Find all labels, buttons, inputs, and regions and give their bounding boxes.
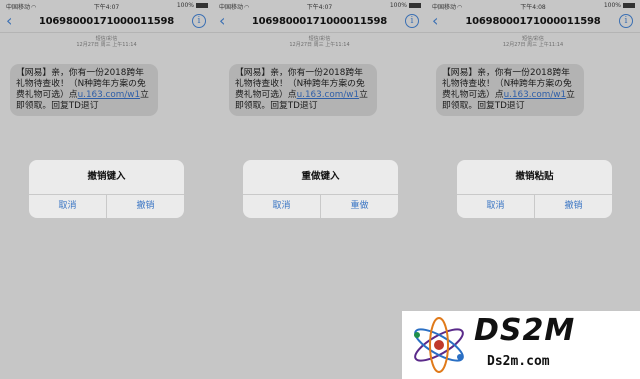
sender-title: 10698000171000011598 — [465, 16, 601, 27]
header-divider — [0, 32, 213, 33]
header-divider — [213, 32, 426, 33]
watermark-brand: DS2M — [474, 313, 576, 348]
status-bar: 中国移动◠ 下午4:07 100% — [0, 0, 213, 11]
conversation-header: ‹ 10698000171000011598 i — [213, 11, 426, 32]
atom-logo-icon — [414, 317, 464, 373]
message-timestamp: 短信/彩信 12月27日 周三 上午11:14 — [213, 36, 426, 48]
info-icon[interactable]: i — [619, 14, 633, 28]
message-bubble: 【网易】亲，你有一份2018跨年礼物待查收！（N种跨年方案の免费礼物可选）点u.… — [10, 64, 158, 116]
message-timestamp: 短信/彩信 12月27日 周三 上午11:14 — [426, 36, 640, 48]
redo-button[interactable]: 重做 — [320, 195, 398, 218]
phone-screen-1: 中国移动◠ 下午4:07 100% ‹ 10698000171000011598… — [0, 0, 213, 379]
watermark-logo: DS2M Ds2m.com — [402, 311, 640, 379]
conversation-header: ‹ 10698000171000011598 i — [426, 11, 640, 32]
status-bar: 中国移动◠ 下午4:07 100% — [213, 0, 426, 11]
dialog-buttons: 取消 撤销 — [29, 194, 184, 218]
message-bubble: 【网易】亲，你有一份2018跨年礼物待查收！（N种跨年方案の免费礼物可选）点u.… — [436, 64, 584, 116]
sender-title: 10698000171000011598 — [38, 16, 175, 27]
message-bubble: 【网易】亲，你有一份2018跨年礼物待查收！（N种跨年方案の免费礼物可选）点u.… — [229, 64, 377, 116]
watermark-url: Ds2m.com — [487, 354, 550, 369]
alert-dialog: 撤销键入 取消 撤销 — [29, 160, 184, 218]
battery-indicator: 100% — [604, 2, 635, 9]
cancel-button[interactable]: 取消 — [29, 195, 106, 218]
undo-button[interactable]: 撤销 — [534, 195, 612, 218]
message-link[interactable]: u.163.com/w1 — [504, 90, 567, 100]
status-bar: 中国移动◠ 下午4:08 100% — [426, 0, 640, 11]
info-icon[interactable]: i — [405, 14, 419, 28]
phone-screen-2: 中国移动◠ 下午4:07 100% ‹ 10698000171000011598… — [213, 0, 426, 379]
alert-dialog: 重做键入 取消 重做 — [243, 160, 398, 218]
info-icon[interactable]: i — [192, 14, 206, 28]
battery-icon — [196, 3, 208, 8]
battery-icon — [623, 3, 635, 8]
message-link[interactable]: u.163.com/w1 — [297, 90, 360, 100]
battery-indicator: 100% — [390, 2, 421, 9]
dialog-buttons: 取消 重做 — [243, 194, 398, 218]
header-divider — [426, 32, 640, 33]
battery-icon — [409, 3, 421, 8]
message-timestamp: 短信/彩信 12月27日 周三 上午11:14 — [0, 36, 213, 48]
message-date-label: 12月27日 周三 上午11:14 — [289, 42, 350, 48]
dialog-title: 撤销粘贴 — [515, 171, 554, 182]
sender-title: 10698000171000011598 — [251, 16, 388, 27]
battery-indicator: 100% — [177, 2, 208, 9]
dialog-title: 撤销键入 — [87, 171, 126, 182]
dialog-title: 重做键入 — [301, 171, 340, 182]
message-link[interactable]: u.163.com/w1 — [78, 90, 141, 100]
undo-button[interactable]: 撤销 — [106, 195, 184, 218]
cancel-button[interactable]: 取消 — [457, 195, 534, 218]
message-date-label: 12月27日 周三 上午11:14 — [76, 42, 137, 48]
dialog-buttons: 取消 撤销 — [457, 194, 612, 218]
alert-dialog: 撤销粘贴 取消 撤销 — [457, 160, 612, 218]
conversation-header: ‹ 10698000171000011598 i — [0, 11, 213, 32]
cancel-button[interactable]: 取消 — [243, 195, 320, 218]
message-date-label: 12月27日 周三 上午11:14 — [502, 42, 564, 48]
